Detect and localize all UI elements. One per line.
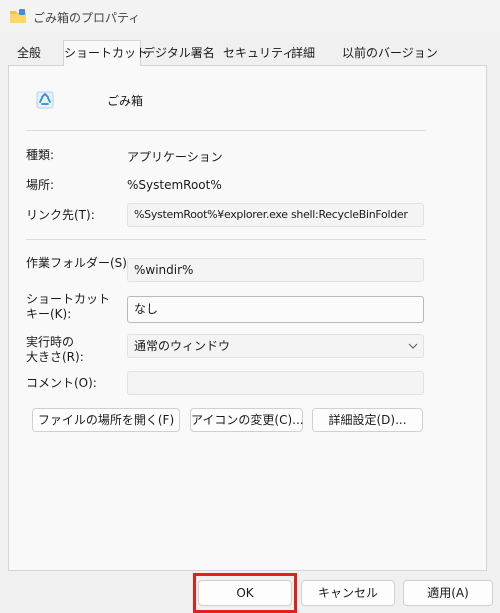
shortcut-key-label-line1: ショートカット bbox=[26, 292, 111, 306]
comment-field[interactable] bbox=[127, 371, 424, 395]
title-bar: ごみ箱のプロパティ bbox=[0, 0, 500, 32]
tab-digital-signature[interactable]: デジタル署名 bbox=[143, 42, 215, 64]
run-label-line2: 大きさ(R): bbox=[26, 350, 84, 364]
run-select[interactable]: 通常のウィンドウ bbox=[127, 334, 424, 358]
start-in-label: 作業フォルダー(S): bbox=[26, 256, 132, 270]
shortcut-key-field[interactable]: なし bbox=[127, 296, 424, 323]
tab-shortcut[interactable]: ショートカット bbox=[63, 40, 148, 66]
tab-bar: 全般 ショートカット デジタル署名 セキュリティ 詳細 以前のバージョン bbox=[8, 40, 488, 66]
apply-button[interactable]: 適用(A) bbox=[403, 580, 493, 606]
app-name: ごみ箱 bbox=[107, 94, 144, 108]
open-file-location-button[interactable]: ファイルの場所を開く(F) bbox=[32, 408, 180, 432]
type-value: アプリケーション bbox=[127, 150, 223, 164]
tab-general[interactable]: 全般 bbox=[17, 42, 41, 64]
type-label: 種類: bbox=[26, 148, 55, 162]
target-label: リンク先(T): bbox=[26, 208, 95, 222]
chevron-down-icon bbox=[408, 343, 418, 349]
tab-previous-versions[interactable]: 以前のバージョン bbox=[342, 42, 438, 64]
tab-security[interactable]: セキュリティ bbox=[223, 42, 294, 64]
run-select-value: 通常のウィンドウ bbox=[134, 339, 231, 353]
change-icon-button[interactable]: アイコンの変更(C)... bbox=[190, 408, 304, 432]
ok-button[interactable]: OK bbox=[198, 580, 292, 606]
recycle-bin-icon bbox=[36, 91, 54, 109]
target-field[interactable]: %SystemRoot%¥explorer.exe shell:RecycleB… bbox=[127, 203, 424, 227]
location-value: %SystemRoot% bbox=[127, 178, 222, 192]
tab-details[interactable]: 詳細 bbox=[291, 42, 315, 64]
shortcut-panel: ごみ箱 種類: アプリケーション 場所: %SystemRoot% リンク先(T… bbox=[8, 65, 487, 571]
folder-icon bbox=[10, 9, 26, 23]
cancel-button[interactable]: キャンセル bbox=[301, 580, 395, 606]
comment-label: コメント(O): bbox=[26, 376, 97, 390]
run-label-line1: 実行時の bbox=[26, 335, 75, 349]
window-title: ごみ箱のプロパティ bbox=[33, 11, 141, 25]
shortcut-key-label-line2: キー(K): bbox=[26, 307, 72, 321]
separator bbox=[26, 130, 426, 131]
advanced-button[interactable]: 詳細設定(D)... bbox=[312, 408, 423, 432]
location-label: 場所: bbox=[26, 178, 55, 192]
start-in-field[interactable]: %windir% bbox=[127, 258, 424, 282]
separator bbox=[26, 239, 426, 240]
